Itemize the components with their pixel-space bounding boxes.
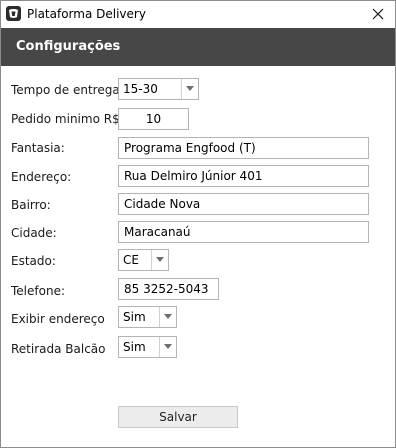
city-input[interactable]: Maracanaú xyxy=(118,221,369,243)
phone-label: Telefone: xyxy=(11,284,65,298)
address-label: Endereço: xyxy=(11,170,72,184)
delivery-time-label: Tempo de entrega xyxy=(11,83,120,97)
show-address-label: Exibir endereço xyxy=(11,312,105,326)
counter-pickup-value: Sim xyxy=(123,340,146,354)
neighborhood-input[interactable]: Cidade Nova xyxy=(118,193,369,215)
close-button[interactable] xyxy=(361,1,395,27)
counter-pickup-label: Retirada Balcão xyxy=(11,342,106,356)
state-select[interactable]: CE xyxy=(118,249,169,271)
delivery-time-select[interactable]: 15-30 xyxy=(118,78,199,100)
neighborhood-label: Bairro: xyxy=(11,198,51,212)
window-title: Plataforma Delivery xyxy=(27,7,146,21)
chevron-down-icon[interactable] xyxy=(160,307,177,327)
chevron-down-icon[interactable] xyxy=(160,337,177,357)
close-icon xyxy=(372,8,384,20)
settings-header: Configurações xyxy=(1,28,395,66)
phone-input[interactable]: 85 3252-5043 xyxy=(118,278,219,300)
city-label: Cidade: xyxy=(11,226,57,240)
counter-pickup-select[interactable]: Sim xyxy=(118,336,177,358)
show-address-select[interactable]: Sim xyxy=(118,306,177,328)
save-button[interactable]: Salvar xyxy=(118,406,238,428)
trade-name-input[interactable]: Programa Engfood (T) xyxy=(118,137,369,159)
title-bar[interactable]: Plataforma Delivery xyxy=(1,1,395,27)
trade-name-label: Fantasia: xyxy=(11,141,65,155)
state-value: CE xyxy=(123,253,139,267)
address-input[interactable]: Rua Delmiro Júnior 401 xyxy=(118,165,369,187)
minimum-order-label: Pedido minimo R$ xyxy=(11,112,120,126)
chevron-down-icon[interactable] xyxy=(182,79,199,99)
show-address-value: Sim xyxy=(123,310,146,324)
page-title: Configurações xyxy=(16,39,121,54)
state-label: Estado: xyxy=(11,254,56,268)
settings-window: Plataforma Delivery Configurações Tempo … xyxy=(0,0,396,448)
delivery-time-value: 15-30 xyxy=(123,82,158,96)
minimum-order-input[interactable]: 10 xyxy=(118,108,189,130)
app-logo-icon xyxy=(6,6,21,21)
chevron-down-icon[interactable] xyxy=(152,250,169,270)
